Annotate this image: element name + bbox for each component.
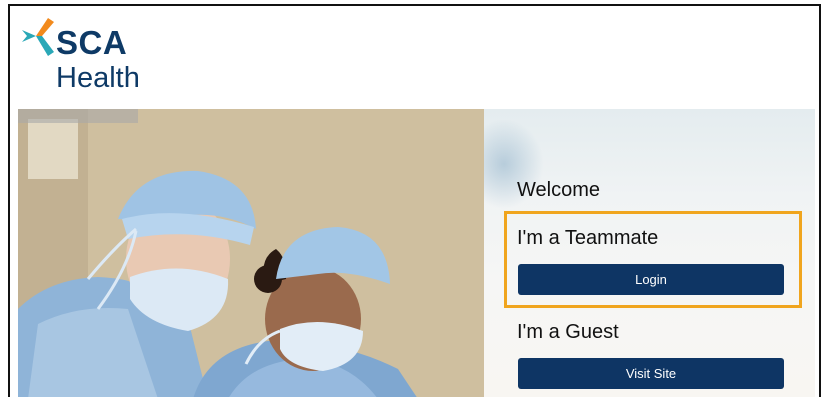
hero-section: Welcome I'm a Teammate Login I'm a Guest… [18, 109, 815, 397]
surgeons-photo [18, 109, 486, 397]
teammate-heading: I'm a Teammate [517, 227, 659, 249]
welcome-heading: Welcome [517, 179, 600, 201]
sca-health-logo[interactable]: SCA Health [18, 12, 158, 98]
page-frame: SCA Health Welcome I'm a Teammate Login … [8, 4, 821, 397]
sca-logo-mark-icon [22, 18, 54, 56]
logo-health-text: Health [56, 62, 140, 94]
logo-sca-text: SCA [56, 24, 128, 61]
visit-site-button[interactable]: Visit Site [518, 358, 784, 389]
welcome-panel: Welcome I'm a Teammate Login I'm a Guest… [484, 109, 815, 397]
guest-heading: I'm a Guest [517, 321, 619, 343]
login-button[interactable]: Login [518, 264, 784, 295]
